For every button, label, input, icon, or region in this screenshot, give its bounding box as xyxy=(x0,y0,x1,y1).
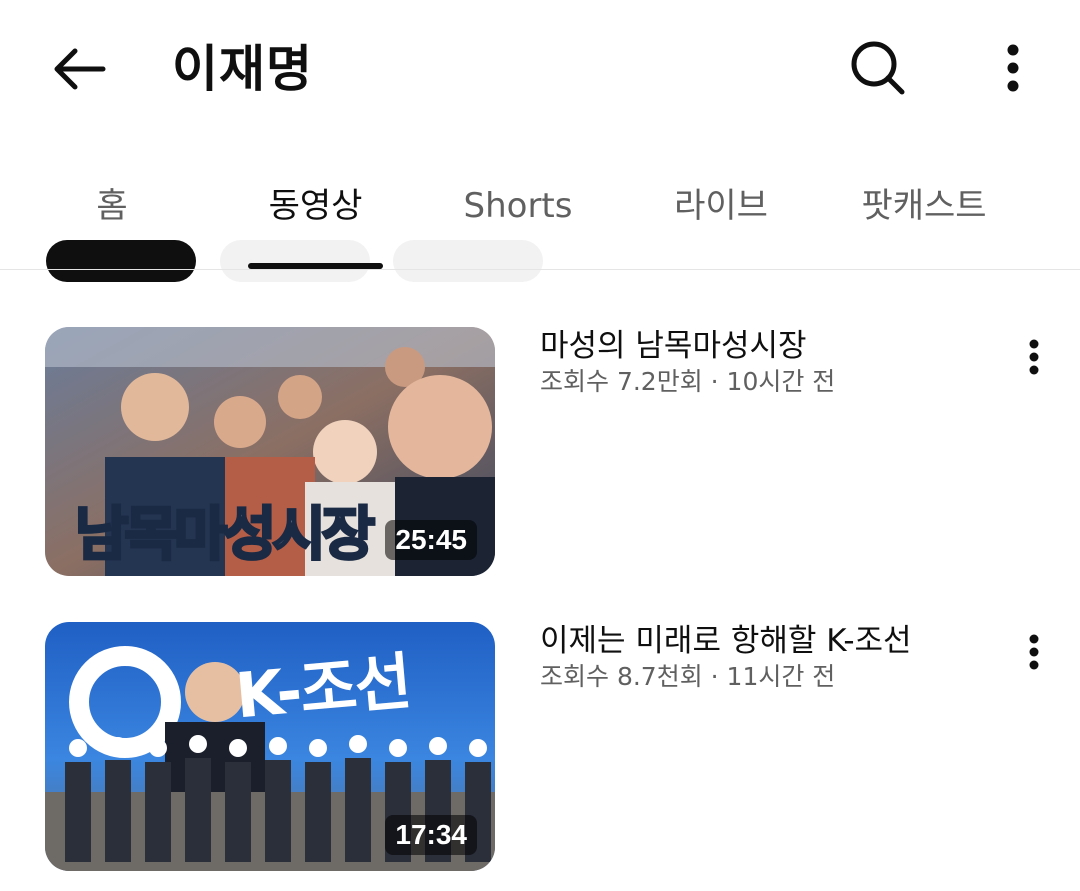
tab-home[interactable]: 홈 xyxy=(62,176,162,236)
more-vert-icon xyxy=(1007,44,1019,92)
duration-badge: 25:45 xyxy=(385,520,477,560)
more-options-button[interactable] xyxy=(980,30,1046,106)
video-thumbnail[interactable]: 남목마성시장 25:45 xyxy=(45,327,495,576)
video-more-button[interactable] xyxy=(1010,624,1058,680)
thumbnail-overlay-text: 남목마성시장 xyxy=(73,499,376,570)
arrow-left-icon xyxy=(54,48,106,90)
tab-shorts[interactable]: Shorts xyxy=(448,176,588,236)
active-tab-indicator xyxy=(248,263,383,269)
video-title[interactable]: 이제는 미래로 항해할 K-조선 xyxy=(540,622,912,660)
video-more-button[interactable] xyxy=(1010,329,1058,385)
search-button[interactable] xyxy=(838,30,918,106)
video-meta: 조회수 8.7천회 · 11시간 전 xyxy=(540,662,836,691)
video-thumbnail[interactable]: K-조선 17:34 xyxy=(45,622,495,871)
more-vert-icon xyxy=(1029,339,1039,375)
duration-badge: 17:34 xyxy=(385,815,477,855)
channel-tabs: 홈 동영상 Shorts 라이브 팟캐스트 xyxy=(0,150,1080,270)
search-icon xyxy=(851,41,905,95)
thumbnail-overlay-text: K-조선 xyxy=(232,644,413,733)
video-item[interactable]: K-조선 17:34 이제는 미래로 항해할 K-조선 조회수 8.7천회 · … xyxy=(0,622,1080,872)
video-meta: 조회수 7.2만회 · 10시간 전 xyxy=(540,367,836,396)
back-button[interactable] xyxy=(44,36,114,102)
tab-podcasts[interactable]: 팟캐스트 xyxy=(850,176,998,236)
video-item[interactable]: 남목마성시장 25:45 마성의 남목마성시장 조회수 7.2만회 · 10시간… xyxy=(0,327,1080,577)
tab-live[interactable]: 라이브 xyxy=(650,176,792,236)
top-app-bar: 이재명 xyxy=(0,0,1080,140)
page-title: 이재명 xyxy=(172,40,313,98)
video-title[interactable]: 마성의 남목마성시장 xyxy=(540,327,807,365)
more-vert-icon xyxy=(1029,634,1039,670)
tab-videos[interactable]: 동영상 xyxy=(248,176,383,236)
